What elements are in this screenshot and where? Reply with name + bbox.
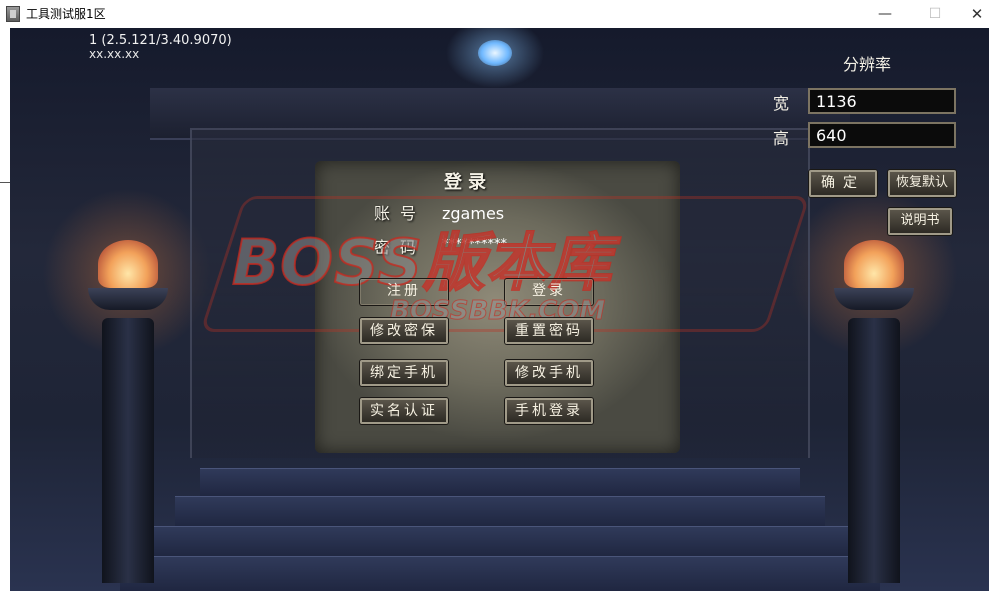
right-torch-bowl (834, 288, 914, 310)
server-version: 1 (2.5.121/3.40.9070) (89, 33, 232, 48)
height-input[interactable] (808, 122, 956, 148)
restore-default-button[interactable]: 恢复默认 (888, 170, 956, 197)
reset-password-button[interactable]: 重置密码 (505, 318, 593, 344)
width-input[interactable] (808, 88, 956, 114)
minimize-button[interactable]: — (862, 0, 908, 28)
phone-login-button[interactable]: 手机登录 (505, 398, 593, 424)
real-name-button[interactable]: 实名认证 (360, 398, 448, 424)
window-titlebar: 工具测试服1区 — ☐ ✕ (0, 0, 1000, 29)
right-torch-flame (844, 240, 904, 288)
window-title: 工具测试服1区 (26, 7, 106, 21)
temple-stair (150, 526, 850, 557)
left-torch-pillar (102, 318, 154, 583)
resolution-title: 分辨率 (843, 55, 892, 74)
login-title: 登录 (444, 172, 492, 193)
left-torch-bowl (88, 288, 168, 310)
maximize-button[interactable]: ☐ (912, 0, 958, 28)
confirm-resolution-button[interactable]: 确定 (809, 170, 877, 197)
height-label: 高 (773, 129, 790, 148)
window-right-border (989, 28, 1000, 591)
bind-phone-button[interactable]: 绑定手机 (360, 360, 448, 386)
right-torch-pillar (848, 318, 900, 583)
server-address: xx.xx.xx (89, 47, 140, 61)
temple-stair (200, 468, 800, 497)
close-button[interactable]: ✕ (954, 0, 1000, 28)
change-security-button[interactable]: 修改密保 (360, 318, 448, 344)
manual-button[interactable]: 说明书 (888, 208, 952, 235)
window-edge-marker (0, 182, 10, 183)
temple-stair (120, 556, 880, 591)
change-phone-button[interactable]: 修改手机 (505, 360, 593, 386)
left-torch-flame (98, 240, 158, 288)
width-label: 宽 (773, 94, 790, 113)
window-left-border (0, 28, 10, 591)
ceiling-light-orb (478, 40, 512, 66)
game-window-icon (6, 6, 20, 22)
temple-stair (175, 496, 825, 527)
